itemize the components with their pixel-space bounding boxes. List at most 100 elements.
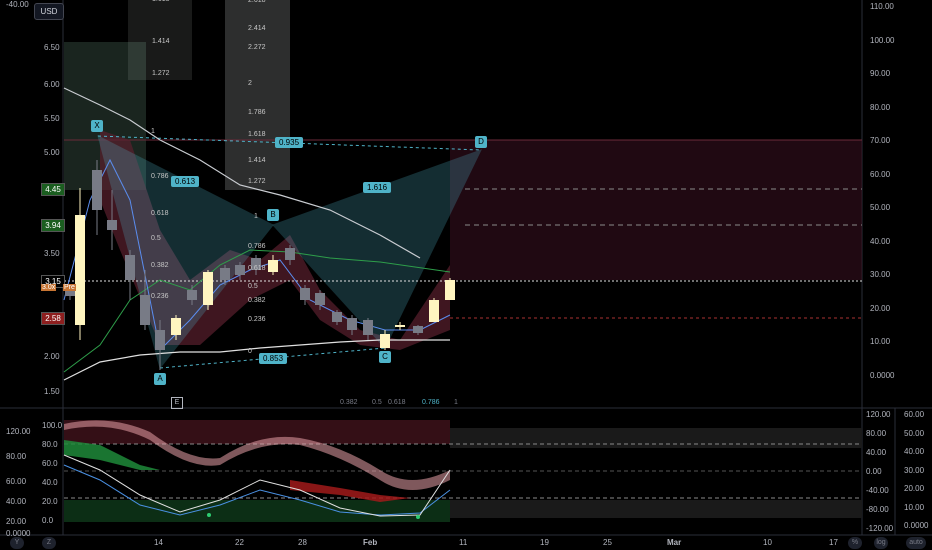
osc-left-tick: 120.00	[6, 427, 31, 436]
time-tick: 22	[235, 538, 244, 547]
candle-body	[75, 215, 85, 325]
ratio-label-ac: 0.853	[259, 353, 288, 364]
candle-body	[155, 330, 165, 350]
left-price-tick: 2.00	[44, 352, 60, 361]
left-price-tick: 6.50	[44, 43, 60, 52]
osc-right-tick-2: 60.00	[904, 410, 925, 419]
candle-body	[268, 260, 278, 272]
fib-left-label: 1.618	[152, 0, 170, 3]
fib-mid-label: 1.618	[248, 131, 266, 138]
left-price-tick: 5.00	[44, 148, 60, 157]
candle-body	[445, 280, 455, 300]
fib-mid-label: 1.414	[248, 157, 266, 164]
fib-xa-label: 0.618	[151, 210, 169, 217]
osc-right-tick-1: -80.00	[866, 505, 889, 514]
y-button[interactable]: Y	[10, 537, 24, 549]
fib-mid-label: 1.786	[248, 109, 266, 116]
osc-right-tick-2: 40.00	[904, 447, 925, 456]
fib-bottom-label: 0.618	[388, 399, 406, 406]
osc-left-tick: 40.00	[6, 497, 27, 506]
candle-body	[285, 248, 295, 260]
chart-canvas[interactable]	[0, 0, 932, 550]
osc-inner-tick: 80.0	[42, 440, 58, 449]
fib-bc-label: 0.786	[248, 243, 266, 250]
candle-body	[107, 220, 117, 230]
osc-right-tick-2: 30.00	[904, 465, 925, 475]
fib-mid-label: 2	[248, 80, 252, 87]
osc-left-tick: 20.00	[6, 517, 27, 526]
candle-body	[300, 288, 310, 300]
fib-left-label: 1.414	[152, 38, 170, 45]
pattern-point-d: D	[475, 136, 487, 148]
fib-mid-label: 2.272	[248, 44, 266, 51]
candle-body	[363, 320, 373, 335]
time-tick: 14	[154, 538, 163, 547]
right-price-tick: 80.00	[870, 102, 891, 112]
osc-inner-tick: 0.0	[42, 516, 54, 525]
osc-inner-tick: 40.0	[42, 478, 58, 487]
osc-oversold-zone	[64, 500, 450, 522]
fib-bottom-label: 1	[454, 399, 458, 406]
candle-body	[140, 295, 150, 325]
fib-xa-label: 0.382	[151, 262, 169, 269]
right-price-tick: 50.00	[870, 203, 891, 212]
price-badge: 2.58	[41, 312, 65, 325]
event-marker[interactable]: E	[171, 397, 183, 409]
fib-bc-label: 0.618	[248, 265, 266, 272]
time-tick: 10	[763, 538, 772, 547]
osc-right-tick-1: 80.00	[866, 429, 887, 438]
osc-right-tick-2: 50.00	[904, 428, 925, 438]
osc-inner-tick: 20.0	[42, 497, 58, 506]
osc-right-tick-1: -120.00	[866, 524, 894, 533]
right-price-tick: 30.00	[870, 270, 891, 279]
right-price-tick: 40.00	[870, 236, 891, 246]
candle-body	[347, 318, 357, 330]
osc-right-tick-2: 0.0000	[904, 521, 929, 530]
osc-left-tick: 80.00	[6, 452, 27, 461]
candle-body	[380, 334, 390, 348]
fib-left-label: 1.272	[152, 70, 170, 77]
fib-mid-label: 2.414	[248, 25, 266, 32]
fib-xa-label: 1	[151, 128, 155, 135]
candle-body	[187, 290, 197, 300]
right-price-tick: 20.00	[870, 303, 891, 313]
osc-right-tick-2: 10.00	[904, 502, 925, 512]
right-price-tick: 70.00	[870, 136, 891, 145]
auto-button[interactable]: auto	[906, 537, 926, 549]
right-price-tick: 90.00	[870, 69, 891, 78]
osc-right-tick-1: -40.00	[866, 486, 889, 495]
fib-bottom-label: 0.5	[372, 399, 382, 406]
percent-button[interactable]: %	[848, 537, 862, 549]
osc-left-tick: -40.00	[6, 0, 29, 9]
fib-bottom-label: 0.382	[340, 399, 358, 406]
pattern-point-b: B	[267, 209, 279, 221]
fib-xa-label: 0.236	[151, 293, 169, 300]
right-price-tick: 110.00	[870, 2, 894, 11]
pattern-point-a: A	[154, 373, 166, 385]
candle-body	[429, 300, 439, 322]
pattern-point-x: X	[91, 120, 103, 132]
price-tag-label: Pre	[63, 284, 76, 291]
right-price-tick: 10.00	[870, 337, 891, 346]
z-button[interactable]: Z	[42, 537, 56, 549]
fib-bottom-label: 0.786	[422, 399, 440, 406]
fib-mid-label: 1.272	[248, 178, 266, 185]
price-badge: 4.45	[41, 183, 65, 196]
fib-mid-label: 2.618	[248, 0, 266, 4]
osc-right-tick-1: 40.00	[866, 448, 887, 457]
price-badge: 3.94	[41, 219, 65, 232]
log-button[interactable]: log	[874, 537, 888, 549]
right-price-tick: 0.0000	[870, 370, 895, 380]
candle-body	[220, 268, 230, 280]
time-tick: Feb	[363, 538, 378, 547]
ratio-label-xb: 0.613	[171, 176, 200, 187]
right-price-tick: 100.00	[870, 35, 895, 45]
left-price-tick: 1.50	[44, 387, 60, 396]
candle-body	[315, 293, 325, 305]
currency-selector[interactable]: USD	[34, 3, 64, 20]
fib-bc-label: 0.382	[248, 297, 266, 304]
left-price-tick: 3.50	[44, 249, 60, 258]
osc-right-tick-2: 20.00	[904, 484, 925, 493]
fib-bc-label: 0.236	[248, 316, 266, 323]
fib-bc-label: 0	[248, 348, 252, 355]
